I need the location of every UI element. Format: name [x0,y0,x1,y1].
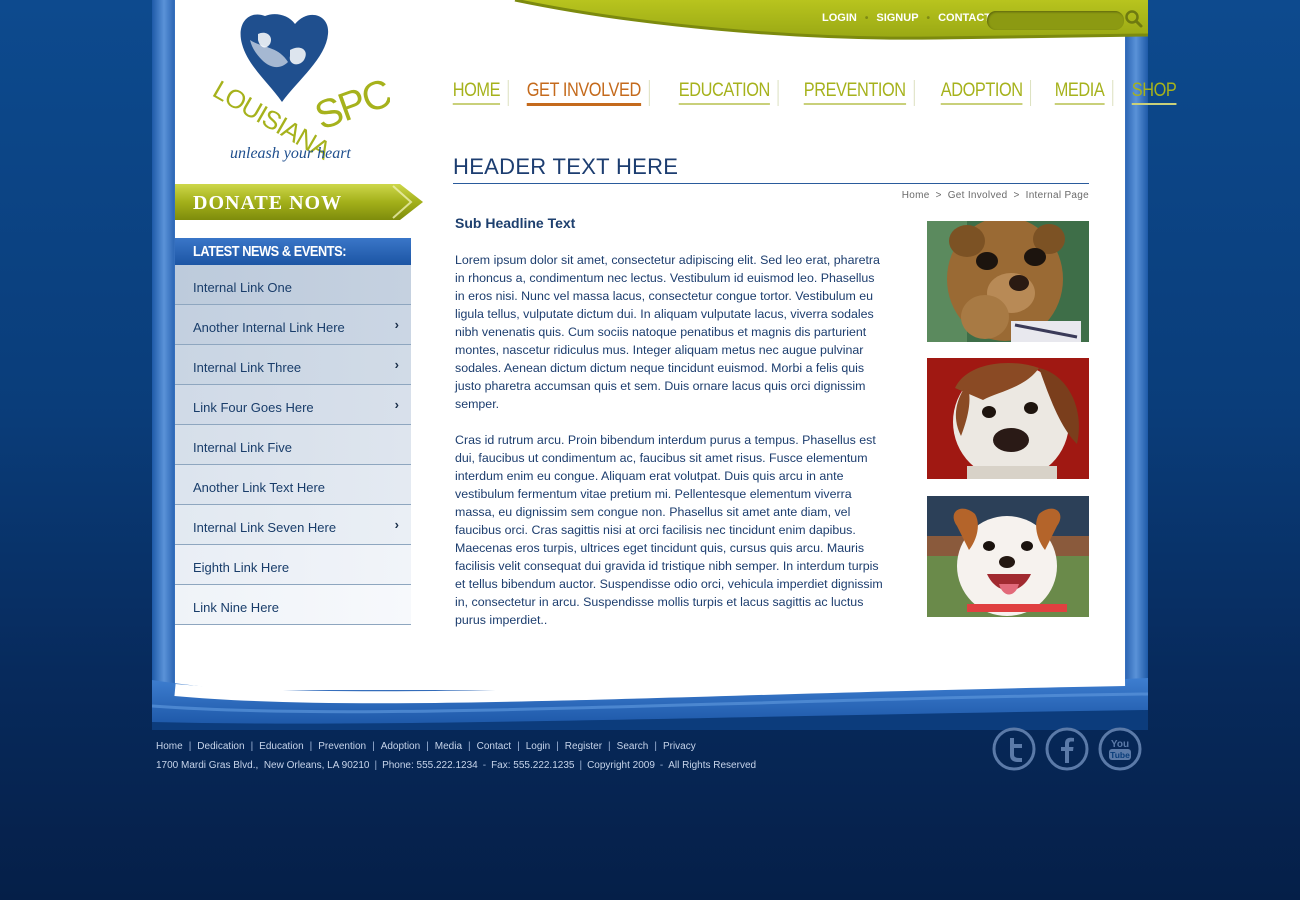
sidebar-link[interactable]: Internal Link One [175,265,411,305]
nav-home[interactable]: HOME [445,80,509,106]
donate-label: DONATE NOW [193,192,342,214]
footer-link[interactable]: Login [526,741,550,752]
utility-separator: • [864,12,869,24]
sidebar-link-label: Link Four Goes Here [193,400,314,415]
donate-now-button[interactable]: DONATE NOW [175,184,425,220]
svg-text:You: You [1111,739,1129,750]
footer-link[interactable]: Contact [477,741,511,752]
footer-link[interactable]: Adoption [381,741,420,752]
boxer-puppy-photo[interactable] [927,358,1089,479]
footer-separator: | [579,760,583,771]
chevron-right-icon: › [394,517,399,532]
sidebar-link[interactable]: Internal Link Three › [175,345,411,385]
search-input[interactable] [987,11,1124,30]
body-paragraph: Lorem ipsum dolor sit amet, consectetur … [455,253,880,411]
sidebar-link[interactable]: Another Internal Link Here › [175,305,411,345]
sidebar-link-label: Eighth Link Here [193,560,290,575]
mascot-photo[interactable] [927,221,1089,342]
contact-link[interactable]: CONTACT [938,12,991,24]
footer-separator: | [250,741,254,752]
bottom-swoosh [152,674,1148,730]
nav-adoption[interactable]: ADOPTION [933,80,1032,106]
facebook-icon[interactable] [1045,727,1089,771]
news-events-list: Internal Link One Another Internal Link H… [175,265,411,625]
sidebar-link[interactable]: Link Nine Here [175,585,411,625]
footer-link[interactable]: Register [565,741,602,752]
footer-address: 1700 Mardi Gras Blvd., New Orleans, LA 9… [156,760,756,771]
footer-links: Home | Dedication | Education | Prevention | Ado… [156,741,696,752]
login-link[interactable]: LOGIN [822,12,857,24]
footer-address-part: Copyright 2009 [587,760,655,771]
breadcrumb-get-involved[interactable]: Get Involved [948,190,1008,201]
footer-separator: | [468,741,471,752]
search-icon[interactable] [1124,9,1144,29]
svg-text:SPCA: SPCA [309,62,390,139]
sidebar-link-label: Internal Link One [193,280,293,295]
signup-link[interactable]: SIGNUP [876,12,918,24]
youtube-icon[interactable]: You Tube [1098,727,1142,771]
utility-separator: • [926,12,931,24]
footer-separator: | [309,741,313,752]
chevron-right-icon: › [394,357,399,372]
footer-link[interactable]: Dedication [197,741,244,752]
footer-link[interactable]: Home [156,741,183,752]
footer-address-part: Phone: 555.222.1234 [382,760,478,771]
footer-separator: | [426,741,429,752]
footer-link[interactable]: Privacy [663,741,696,752]
sidebar-link[interactable]: Another Link Text Here [175,465,411,505]
footer-link[interactable]: Media [435,741,462,752]
footer-separator: | [372,741,375,752]
twitter-icon[interactable] [992,727,1036,771]
svg-text:unleash your heart: unleash your heart [230,145,351,162]
sidebar-link[interactable]: Internal Link Five [175,425,411,465]
sidebar-link-label: Another Link Text Here [193,480,325,495]
sidebar-link-label: Internal Link Seven Here [193,520,337,535]
sidebar-link[interactable]: Internal Link Seven Here › [175,505,411,545]
sidebar-link-label: Another Internal Link Here [193,320,345,335]
sidebar-link[interactable]: Link Four Goes Here › [175,385,411,425]
footer-address-part: Fax: 555.222.1235 [491,760,575,771]
breadcrumb-current: Internal Page [1025,190,1089,201]
footer-separator: | [374,760,378,771]
footer-separator: | [608,741,611,752]
header-divider [453,183,1089,184]
footer-separator: | [556,741,559,752]
sidebar-link-label: Link Nine Here [193,600,279,615]
footer-separator: | [654,741,657,752]
footer-separator: - [659,760,664,771]
utility-links: LOGIN • SIGNUP • CONTACT [822,12,991,24]
sidebar-link-label: Internal Link Five [193,440,292,455]
page-title: HEADER TEXT HERE [453,154,679,179]
svg-text:Tube: Tube [1110,750,1130,760]
footer-link[interactable]: Prevention [318,741,366,752]
news-events-header: LATEST NEWS & EVENTS: [175,238,411,266]
louisiana-spca-logo[interactable]: LOUISIANA SPCA unleash your heart [200,10,390,170]
sub-headline: Sub Headline Text [455,215,576,231]
breadcrumb-separator: > [935,190,942,201]
main-nav: HOME GET INVOLVED EDUCATION PREVENTION A… [445,80,1194,108]
footer-separator: | [188,741,192,752]
nav-get-involved[interactable]: GET INVOLVED [519,80,650,106]
chevron-right-icon: › [394,397,399,412]
smiling-dog-photo[interactable] [927,496,1089,617]
footer-address-part: 1700 Mardi Gras Blvd., New Orleans, LA 9… [156,760,370,771]
nav-shop[interactable]: SHOP [1124,80,1184,106]
footer-link[interactable]: Search [617,741,649,752]
body-paragraph: Cras id rutrum arcu. Proin bibendum inte… [455,433,883,627]
chevron-right-icon: › [394,317,399,332]
breadcrumb: Home > Get Involved > Internal Page [902,190,1089,201]
news-events-title: LATEST NEWS & EVENTS: [193,243,347,260]
sidebar-link-label: Internal Link Three [193,360,302,375]
nav-education[interactable]: EDUCATION [671,80,779,106]
nav-media[interactable]: MEDIA [1047,80,1114,106]
breadcrumb-home[interactable]: Home [902,190,930,201]
breadcrumb-separator: > [1013,190,1020,201]
footer-address-part: All Rights Reserved [668,760,757,771]
nav-prevention[interactable]: PREVENTION [796,80,914,106]
footer-separator: | [517,741,520,752]
sidebar-link[interactable]: Eighth Link Here [175,545,411,585]
footer-separator: - [482,760,487,771]
footer-link[interactable]: Education [259,741,303,752]
